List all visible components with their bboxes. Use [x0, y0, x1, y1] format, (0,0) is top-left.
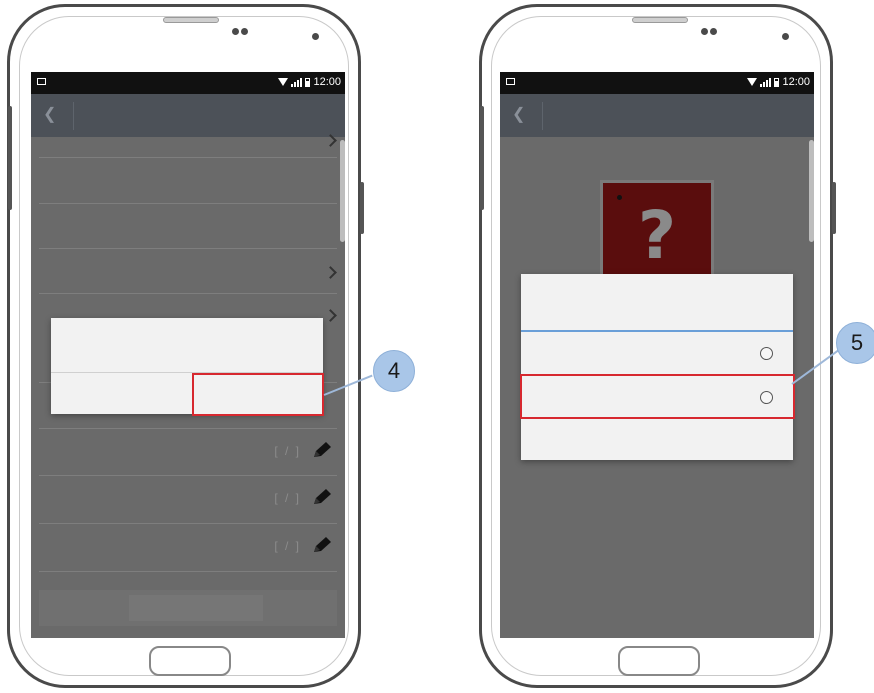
- right-phone-home-button[interactable]: [618, 646, 700, 676]
- gallery-icon: [506, 78, 515, 85]
- dialog-option-1[interactable]: [521, 332, 793, 376]
- wifi-icon: [278, 78, 289, 86]
- back-icon[interactable]: ❮: [43, 107, 57, 123]
- signal-icon: [291, 77, 303, 87]
- dialog-title-area: [521, 274, 793, 330]
- list-divider: [39, 248, 337, 249]
- dialog-option-top[interactable]: [51, 318, 323, 372]
- battery-icon: [305, 77, 311, 87]
- list-divider: [39, 571, 337, 572]
- bottom-action-bar: [39, 590, 337, 626]
- list-divider: [39, 523, 337, 524]
- option-dialog: [521, 274, 793, 460]
- question-card[interactable]: ?: [600, 180, 714, 280]
- app-bar-divider: [542, 102, 543, 130]
- list-divider: [39, 475, 337, 476]
- gallery-icon: [37, 78, 46, 85]
- list-divider: [39, 157, 337, 158]
- status-time: 12:00: [782, 76, 810, 88]
- bottom-action-button[interactable]: [129, 595, 263, 621]
- chevron-right-icon[interactable]: [324, 309, 337, 322]
- left-phone-side-button: [8, 106, 12, 210]
- callout-badge-step-5: 5: [836, 322, 874, 364]
- app-bar: ❮: [500, 94, 814, 137]
- right-phone-side-button: [480, 106, 484, 210]
- wifi-icon: [747, 78, 758, 86]
- right-phone-speaker: [632, 17, 688, 23]
- row-tag: [ / ]: [274, 491, 301, 505]
- scrollbar[interactable]: [809, 140, 814, 242]
- list-divider: [39, 293, 337, 294]
- list-divider: [39, 428, 337, 429]
- battery-icon: [774, 77, 780, 87]
- scrollbar[interactable]: [340, 140, 345, 242]
- status-bar: 12:00: [500, 72, 814, 94]
- signal-icon: [760, 77, 772, 87]
- app-bar-divider: [73, 102, 74, 130]
- app-bar: ❮: [31, 94, 345, 137]
- right-phone-sensor: [782, 33, 789, 40]
- list-divider: [39, 203, 337, 204]
- back-icon[interactable]: ❮: [512, 107, 526, 123]
- highlight-box-step-4: [192, 373, 324, 416]
- status-bar: 12:00: [31, 72, 345, 94]
- right-phone-camera: [701, 28, 708, 35]
- dialog-button-left[interactable]: [51, 373, 191, 414]
- question-mark-icon: ?: [637, 197, 677, 274]
- row-tag: [ / ]: [274, 444, 301, 458]
- left-phone-screen: 12:00 ❮ [ / ] [ / ] [ / ]: [31, 72, 345, 638]
- left-phone-volume-button: [360, 182, 364, 234]
- pencil-icon[interactable]: [311, 535, 333, 555]
- chevron-right-icon[interactable]: [324, 266, 337, 279]
- radio-button-icon[interactable]: [760, 347, 773, 360]
- callout-badge-step-4: 4: [373, 350, 415, 392]
- left-phone-camera: [232, 28, 239, 35]
- left-phone-camera-2: [241, 28, 248, 35]
- highlight-box-step-5: [520, 374, 795, 419]
- dialog-footer: [521, 420, 793, 460]
- right-phone-camera-2: [710, 28, 717, 35]
- row-tag: [ / ]: [274, 539, 301, 553]
- right-phone-volume-button: [832, 182, 836, 234]
- pencil-icon[interactable]: [311, 487, 333, 507]
- left-phone-speaker: [163, 17, 219, 23]
- left-phone-home-button[interactable]: [149, 646, 231, 676]
- pencil-icon[interactable]: [311, 440, 333, 460]
- left-phone-sensor: [312, 33, 319, 40]
- right-phone-screen: 12:00 ❮ ?: [500, 72, 814, 638]
- status-time: 12:00: [313, 76, 341, 88]
